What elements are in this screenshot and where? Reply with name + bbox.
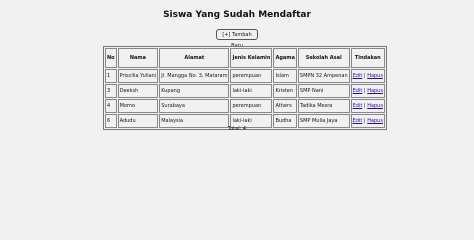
cell-jenis-kelamin: perempuan [230,69,273,83]
cell-sekolah-asal: Tadika Mesra [297,99,350,113]
cell-no: 4 [105,99,117,113]
header-alamat: Alamat [159,48,230,68]
students-table: No Nama Alamat Jenis Kelamin Agama Sekol… [103,46,387,130]
add-new-button[interactable]: [+] Tambah Baru [216,29,258,49]
delete-link[interactable]: Hapus [367,118,383,124]
page-title: Siswa Yang Sudah Mendaftar [163,10,311,20]
header-nama: Nama [117,48,159,68]
delete-link[interactable]: Hapus [367,73,383,79]
table-row: 3 Deeksh Kupang laki-laki Kristen SMP Na… [105,84,385,98]
cell-agama: Islam [273,69,297,83]
cell-nama: Momo [117,99,159,113]
cell-no: 3 [105,84,117,98]
cell-agama: Kristen [273,84,297,98]
cell-jenis-kelamin: perempuan [230,99,273,113]
table-row: 1 Priscilia Yuliani Jl. Mangga No. 3, Ma… [105,69,385,83]
cell-tindakan: Edit | Hapus [350,69,385,83]
edit-link[interactable]: Edit [353,118,363,124]
cell-alamat: Kupang [159,84,230,98]
cell-sekolah-asal: SMPN 32 Ampenan [297,69,350,83]
delete-link[interactable]: Hapus [367,88,383,94]
header-jenis-kelamin: Jenis Kelamin [230,48,273,68]
cell-no: 1 [105,69,117,83]
cell-tindakan: Edit | Hapus [350,84,385,98]
cell-alamat: Jl. Mangga No. 3, Mataram [159,69,230,83]
cell-sekolah-asal: SMP Nani [297,84,350,98]
header-tindakan: Tindakan [350,48,385,68]
table-row: 4 Momo Surabaya perempuan Athers Tadika … [105,99,385,113]
page: Siswa Yang Sudah Mendaftar [+] Tambah Ba… [0,0,474,232]
total-count: Total: 4 [227,126,247,132]
cell-alamat: Surabaya [159,99,230,113]
header-agama: Agama [273,48,297,68]
cell-agama: Athers [273,99,297,113]
cell-jenis-kelamin: laki-laki [230,84,273,98]
edit-link[interactable]: Edit [353,88,363,94]
delete-link[interactable]: Hapus [367,103,383,109]
header-sekolah-asal: Sekolah Asal [297,48,350,68]
header-no: No [105,48,117,68]
cell-tindakan: Edit | Hapus [350,99,385,113]
edit-link[interactable]: Edit [353,73,363,79]
cell-nama: Priscilia Yuliani [117,69,159,83]
edit-link[interactable]: Edit [353,103,363,109]
table-header-row: No Nama Alamat Jenis Kelamin Agama Sekol… [105,48,385,68]
cell-nama: Deeksh [117,84,159,98]
